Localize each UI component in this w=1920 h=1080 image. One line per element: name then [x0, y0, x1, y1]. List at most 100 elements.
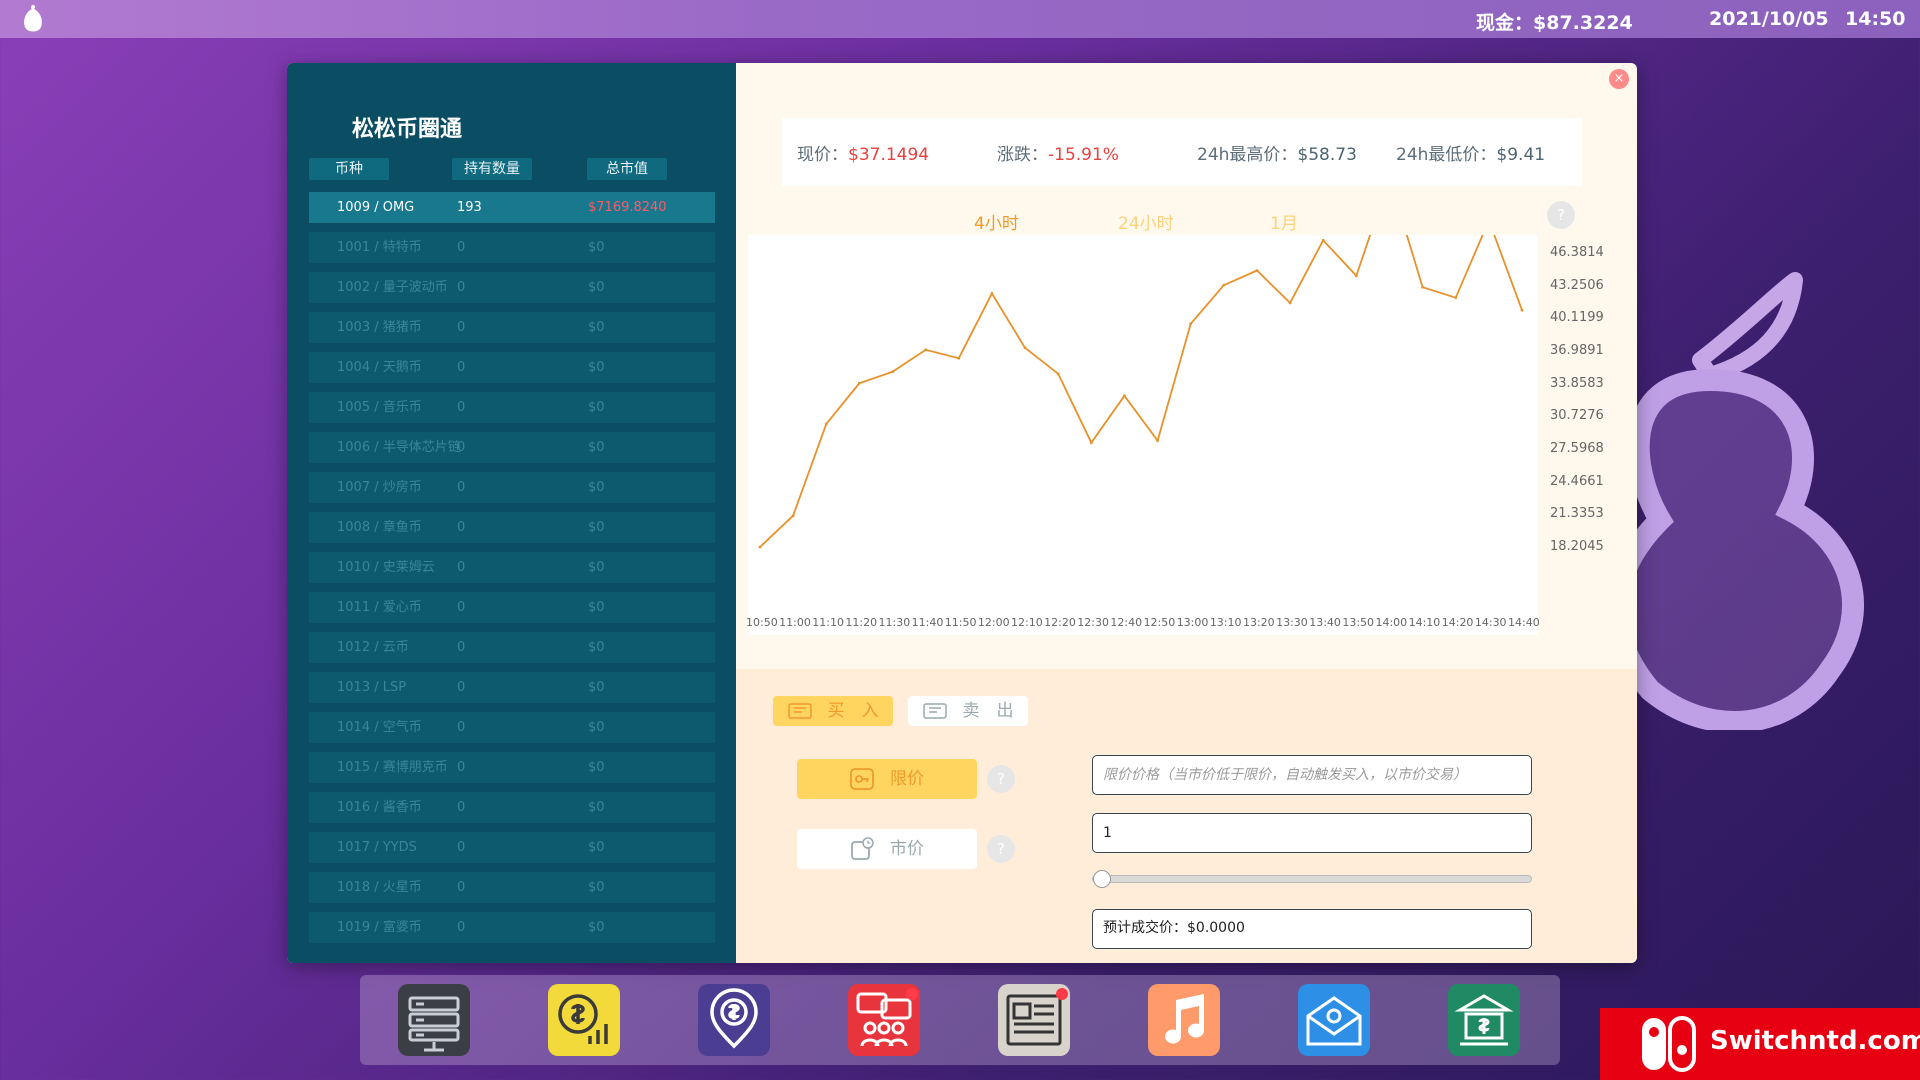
- coin-quantity: 0: [457, 240, 466, 255]
- news-icon[interactable]: [998, 984, 1070, 1056]
- coin-value: $0: [588, 640, 605, 655]
- coin-row[interactable]: 1003 / 猪猪币 0 $0: [309, 312, 715, 343]
- coin-value: $0: [588, 600, 605, 615]
- coin-value: $0: [588, 880, 605, 895]
- coin-value: $0: [588, 360, 605, 375]
- coin-row[interactable]: 1001 / 特特币 0 $0: [309, 232, 715, 263]
- server-icon[interactable]: [398, 984, 470, 1056]
- coin-name: 1007 / 炒房币: [337, 480, 422, 495]
- notification-badge: [1056, 988, 1068, 1000]
- coin-name: 1015 / 赛博朋克币: [337, 760, 448, 775]
- coin-quantity: 0: [457, 800, 466, 815]
- limit-help-icon[interactable]: ?: [987, 765, 1015, 793]
- x-tick-label: 13:50: [1342, 616, 1375, 629]
- low-24h: 24h最低价：$9.41: [1396, 145, 1546, 165]
- x-tick-label: 10:50: [746, 616, 778, 629]
- tab-1m[interactable]: 1月: [1270, 209, 1298, 234]
- mail-icon[interactable]: [1298, 984, 1370, 1056]
- bank-icon[interactable]: [1448, 984, 1520, 1056]
- y-tick-label: 24.4661: [1550, 473, 1604, 489]
- coin-value: $0: [588, 920, 605, 935]
- menu-bar: 现金：$87.3224 2021/10/05 14:50: [0, 0, 1920, 38]
- x-tick-label: 11:40: [911, 616, 944, 629]
- price-point: [1156, 439, 1159, 443]
- quantity-input[interactable]: [1092, 813, 1532, 853]
- coin-row[interactable]: 1005 / 音乐币 0 $0: [309, 392, 715, 423]
- coin-name: 1006 / 半导体芯片链: [337, 440, 461, 455]
- coin-row[interactable]: 1009 / OMG 193 $7169.8240: [309, 192, 715, 223]
- coin-row[interactable]: 1014 / 空气币 0 $0: [309, 712, 715, 743]
- price-point: [1321, 238, 1325, 242]
- limit-order-button[interactable]: 限价: [797, 759, 977, 799]
- coin-row[interactable]: 1015 / 赛博朋克币 0 $0: [309, 752, 715, 783]
- coin-row[interactable]: 1006 / 半导体芯片链 0 $0: [309, 432, 715, 463]
- buy-tab-button[interactable]: 买 入: [773, 696, 893, 726]
- coin-name: 1009 / OMG: [337, 200, 415, 215]
- watermark-text: Switchntd.com: [1710, 1026, 1920, 1056]
- trade-panel: 买 入 卖 出 限价 ? 市价 ? 预计成交价：$0.0000 买 入: [736, 669, 1637, 963]
- coin-value: $0: [588, 320, 605, 335]
- sell-tab-button[interactable]: 卖 出: [908, 696, 1028, 726]
- x-tick-label: 12:10: [1011, 616, 1043, 629]
- market-order-button[interactable]: 市价: [797, 829, 977, 869]
- price-point: [1056, 372, 1060, 376]
- x-tick-label: 11:10: [812, 616, 844, 629]
- coin-row[interactable]: 1002 / 量子波动币 0 $0: [309, 272, 715, 303]
- coin-row[interactable]: 1008 / 章鱼币 0 $0: [309, 512, 715, 543]
- tab-24h[interactable]: 24小时: [1118, 209, 1174, 234]
- coin-quantity: 0: [457, 600, 466, 615]
- crypto-pin-icon[interactable]: [698, 984, 770, 1056]
- coin-value: $0: [588, 440, 605, 455]
- coin-row[interactable]: 1012 / 云币 0 $0: [309, 632, 715, 663]
- y-tick-label: 30.7276: [1550, 408, 1604, 424]
- quantity-slider[interactable]: [1092, 870, 1532, 888]
- ticket-icon: [787, 703, 812, 719]
- x-tick-label: 13:40: [1309, 616, 1341, 629]
- chat-group-icon[interactable]: [848, 984, 920, 1056]
- coin-row[interactable]: 1004 / 天鹅币 0 $0: [309, 352, 715, 383]
- coin-row[interactable]: 1011 / 爱心币 0 $0: [309, 592, 715, 623]
- music-icon[interactable]: [1148, 984, 1220, 1056]
- cash-display: 现金：$87.3224: [1476, 12, 1633, 34]
- coin-row[interactable]: 1007 / 炒房币 0 $0: [309, 472, 715, 503]
- coin-value: $0: [588, 480, 605, 495]
- price-point: [824, 422, 828, 426]
- coin-row[interactable]: 1016 / 酱香币 0 $0: [309, 792, 715, 823]
- market-help-icon[interactable]: ?: [987, 835, 1015, 863]
- coin-sidebar: 松松币圈通 币种 持有数量 总市值 1009 / OMG 193 $7169.824…: [287, 63, 736, 963]
- coin-quantity: 0: [457, 480, 466, 495]
- slider-handle[interactable]: [1093, 870, 1111, 888]
- coin-row[interactable]: 1013 / LSP 0 $0: [309, 672, 715, 703]
- coin-row[interactable]: 1018 / 火星币 0 $0: [309, 872, 715, 903]
- price-change: 涨跌：-15.91%: [997, 145, 1119, 165]
- stock-chart-icon[interactable]: [548, 984, 620, 1056]
- coin-name: 1018 / 火星币: [337, 880, 422, 895]
- coin-quantity: 0: [457, 320, 466, 335]
- coin-row[interactable]: 1017 / YYDS 0 $0: [309, 832, 715, 863]
- price-chart: [748, 174, 1538, 635]
- coin-row[interactable]: 1010 / 史莱姆云 0 $0: [309, 552, 715, 583]
- y-tick-label: 27.5968: [1550, 441, 1604, 456]
- coin-value: $0: [588, 280, 605, 295]
- current-price: 现价：$37.1494: [797, 145, 930, 165]
- coin-name: 1002 / 量子波动币: [337, 280, 448, 295]
- column-header-coin: 币种: [309, 158, 389, 180]
- coin-quantity: 0: [457, 440, 466, 455]
- coin-row[interactable]: 1019 / 富婆币 0 $0: [309, 912, 715, 943]
- x-tick-label: 14:20: [1441, 616, 1474, 629]
- price-point: [957, 356, 961, 360]
- x-tick-label: 12:20: [1044, 616, 1076, 629]
- coin-quantity: 0: [457, 760, 466, 775]
- pear-logo-icon[interactable]: [20, 3, 46, 35]
- close-icon[interactable]: ×: [1609, 69, 1629, 89]
- dock: [360, 975, 1560, 1065]
- notification-badge: [906, 988, 918, 1000]
- coin-quantity: 0: [457, 560, 466, 575]
- chart-help-icon[interactable]: ?: [1547, 201, 1575, 229]
- coin-name: 1005 / 音乐币: [337, 400, 422, 415]
- limit-price-input[interactable]: [1092, 755, 1532, 795]
- x-tick-label: 12:50: [1143, 616, 1176, 629]
- price-point: [1222, 283, 1226, 287]
- tab-4h[interactable]: 4小时: [974, 209, 1019, 234]
- price-point: [1023, 346, 1027, 350]
